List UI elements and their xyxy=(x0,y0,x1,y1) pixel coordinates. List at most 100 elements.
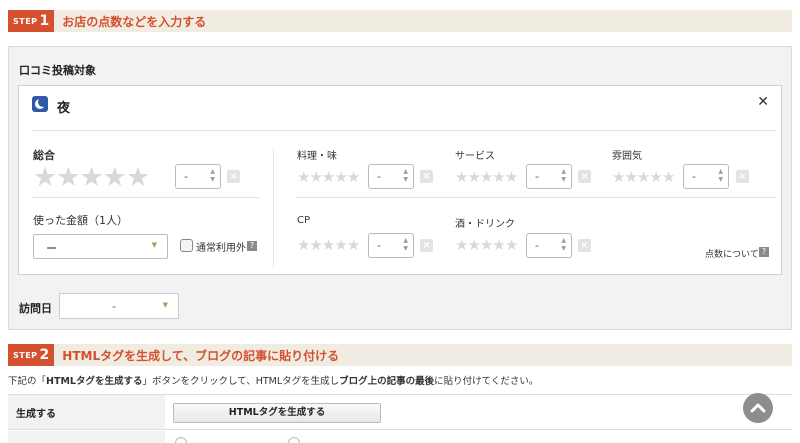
subrating-stars-service[interactable]: ★ ★ ★ ★ ★ xyxy=(455,170,518,185)
star-icon[interactable]: ★ xyxy=(505,170,518,185)
desc-emphasis: ブログ上の記事の最後 xyxy=(339,376,435,387)
amount-value: ー xyxy=(46,242,57,255)
help-icon[interactable]: ? xyxy=(759,247,769,257)
step2-badge-number: 2 xyxy=(39,347,50,363)
radio-button[interactable] xyxy=(288,437,300,443)
star-icon[interactable]: ★ xyxy=(455,238,468,253)
star-icon[interactable]: ★ xyxy=(467,170,480,185)
star-icon[interactable]: ★ xyxy=(649,170,662,185)
star-icon[interactable]: ★ xyxy=(505,238,518,253)
star-icon[interactable]: ★ xyxy=(334,238,347,253)
star-icon[interactable]: ★ xyxy=(56,164,80,191)
amount-label: 使った金額（1人） xyxy=(33,214,128,227)
star-icon[interactable]: ★ xyxy=(492,238,505,253)
subrating-select-atmosphere[interactable]: - ▲ ▼ xyxy=(683,164,729,189)
subrating-stars-atmosphere[interactable]: ★ ★ ★ ★ ★ xyxy=(612,170,675,185)
card-divider xyxy=(32,130,777,131)
star-icon[interactable]: ★ xyxy=(612,170,625,185)
moon-icon xyxy=(32,96,48,112)
star-icon[interactable]: ★ xyxy=(624,170,637,185)
subrating-value: - xyxy=(377,239,381,252)
review-target-label: 口コミ投稿対象 xyxy=(19,64,96,77)
generate-html-button[interactable]: HTMLタグを生成する xyxy=(173,403,381,423)
overall-clear-button[interactable]: × xyxy=(227,170,240,183)
step1-title: お店の点数などを入力する xyxy=(62,14,207,29)
star-icon[interactable]: ★ xyxy=(662,170,675,185)
review-input-panel: 口コミ投稿対象 夜 ✕ 総合 ★ ★ ★ ★ ★ - ▲ ▼ × 使った金額（1人） ー … xyxy=(8,46,792,330)
time-slot-label: 夜 xyxy=(57,101,71,116)
visit-date-select[interactable]: - ▼ xyxy=(59,293,179,319)
stepper-arrows-icon: ▲ ▼ xyxy=(403,168,408,183)
star-icon[interactable]: ★ xyxy=(637,170,650,185)
subrating-stars-cp[interactable]: ★ ★ ★ ★ ★ xyxy=(297,238,360,253)
star-icon[interactable]: ★ xyxy=(480,170,493,185)
overall-rating-select[interactable]: - ▲ ▼ xyxy=(175,164,221,189)
star-icon[interactable]: ★ xyxy=(492,170,505,185)
generate-row: 生成する HTMLタグを生成する xyxy=(8,394,792,430)
stepper-arrows-icon: ▲ ▼ xyxy=(210,168,215,183)
step2-description: 下記の「HTMLタグを生成する」ボタンをクリックして、HTMLタグを生成しブログ… xyxy=(8,373,538,387)
star-icon[interactable]: ★ xyxy=(309,238,322,253)
close-icon[interactable]: ✕ xyxy=(757,94,769,110)
star-icon[interactable]: ★ xyxy=(33,164,57,191)
desc-text: 」ボタンをクリックして、HTMLタグを生成し xyxy=(142,376,340,387)
help-icon[interactable]: ? xyxy=(247,241,257,251)
amount-select[interactable]: ー ▼ xyxy=(33,234,168,259)
step1-badge-word: STEP xyxy=(13,16,38,26)
subrating-value: - xyxy=(535,239,539,252)
subrating-label: サービス xyxy=(455,151,495,162)
subrating-select-drink[interactable]: - ▲ ▼ xyxy=(526,233,572,258)
step1-header: STEP 1 お店の点数などを入力する xyxy=(8,10,792,32)
subrating-value: - xyxy=(692,170,696,183)
desc-text: 下記の「 xyxy=(8,376,47,387)
star-icon[interactable]: ★ xyxy=(322,238,335,253)
subrating-label: 酒・ドリンク xyxy=(455,219,515,230)
desc-text: に貼り付けてください。 xyxy=(434,376,539,387)
stepper-arrows-icon: ▲ ▼ xyxy=(403,237,408,252)
subrating-clear-button[interactable]: × xyxy=(420,239,433,252)
left-divider xyxy=(32,197,260,198)
star-icon[interactable]: ★ xyxy=(126,164,150,191)
star-icon[interactable]: ★ xyxy=(79,164,103,191)
star-icon[interactable]: ★ xyxy=(467,238,480,253)
scroll-top-button[interactable] xyxy=(743,393,773,423)
star-icon[interactable]: ★ xyxy=(322,170,335,185)
subrating-stars-drink[interactable]: ★ ★ ★ ★ ★ xyxy=(455,238,518,253)
star-icon[interactable]: ★ xyxy=(347,170,360,185)
step2-badge-word: STEP xyxy=(13,350,38,360)
star-icon[interactable]: ★ xyxy=(103,164,127,191)
subrating-clear-button[interactable]: × xyxy=(578,239,591,252)
vertical-divider xyxy=(273,149,274,267)
step2-header: STEP 2 HTMLタグを生成して、ブログの記事に貼り付ける xyxy=(8,344,792,366)
subrating-label: 雰囲気 xyxy=(612,151,642,162)
subrating-clear-button[interactable]: × xyxy=(420,170,433,183)
next-row-label-cell xyxy=(8,431,165,443)
points-about-link[interactable]: 点数について xyxy=(705,247,759,260)
step2-badge: STEP 2 xyxy=(8,344,55,366)
subrating-select-cp[interactable]: - ▲ ▼ xyxy=(368,233,414,258)
subrating-clear-button[interactable]: × xyxy=(736,170,749,183)
star-icon[interactable]: ★ xyxy=(334,170,347,185)
right-divider xyxy=(295,197,777,198)
star-icon[interactable]: ★ xyxy=(347,238,360,253)
subrating-select-service[interactable]: - ▲ ▼ xyxy=(526,164,572,189)
generate-label-cell: 生成する xyxy=(8,395,165,429)
subrating-select-food[interactable]: - ▲ ▼ xyxy=(368,164,414,189)
unusual-use-label: 通常利用外 xyxy=(196,243,246,254)
star-icon[interactable]: ★ xyxy=(297,170,310,185)
stepper-arrows-icon: ▲ ▼ xyxy=(561,168,566,183)
desc-emphasis: HTMLタグを生成する xyxy=(46,376,143,387)
star-icon[interactable]: ★ xyxy=(455,170,468,185)
overall-star-rating[interactable]: ★ ★ ★ ★ ★ xyxy=(33,164,150,191)
star-icon[interactable]: ★ xyxy=(297,238,310,253)
star-icon[interactable]: ★ xyxy=(480,238,493,253)
radio-button[interactable] xyxy=(175,437,187,443)
subrating-stars-food[interactable]: ★ ★ ★ ★ ★ xyxy=(297,170,360,185)
star-icon[interactable]: ★ xyxy=(309,170,322,185)
visit-date-label: 訪問日 xyxy=(19,302,52,315)
unusual-use-checkbox[interactable] xyxy=(180,239,193,252)
chevron-up-icon xyxy=(750,403,766,413)
subrating-clear-button[interactable]: × xyxy=(578,170,591,183)
stepper-arrows-icon: ▲ ▼ xyxy=(561,237,566,252)
step1-badge-number: 1 xyxy=(39,13,50,29)
